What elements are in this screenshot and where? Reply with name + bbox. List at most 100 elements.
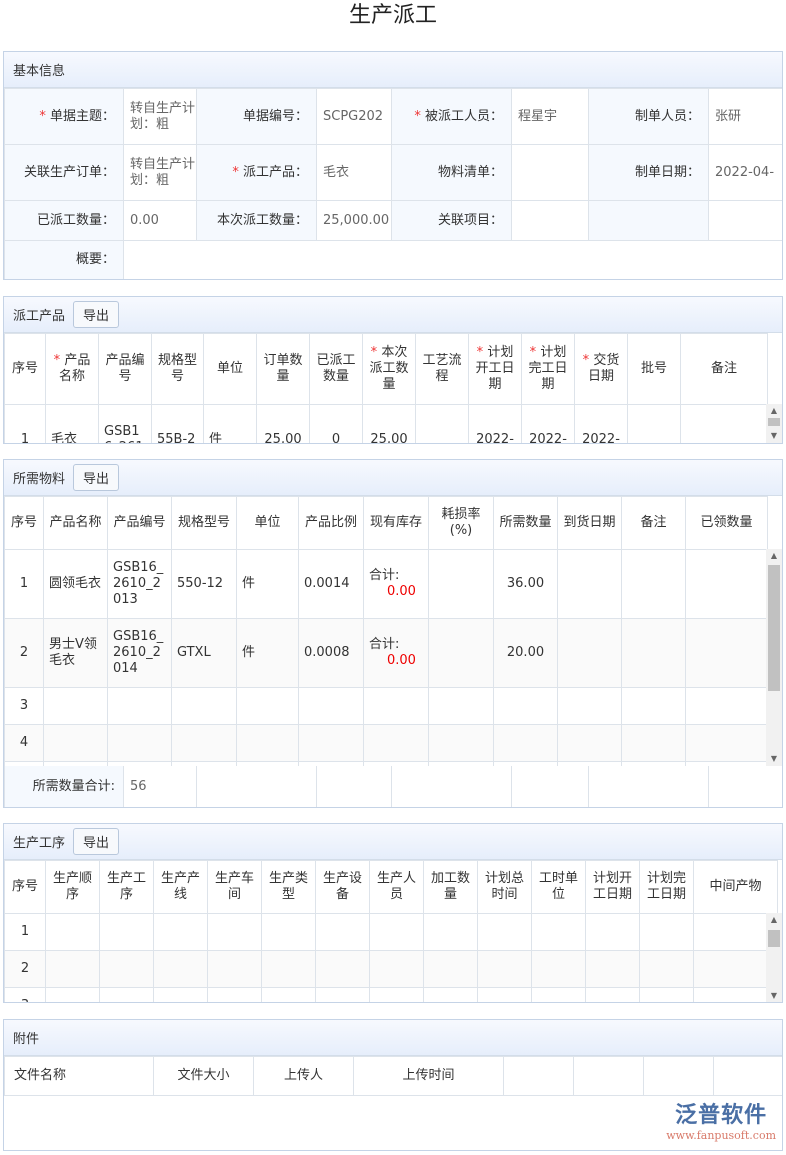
table-cell[interactable] — [693, 950, 778, 988]
table-cell[interactable] — [315, 987, 370, 1002]
field-value[interactable]: 程星宇 — [511, 88, 589, 145]
table-cell[interactable] — [153, 913, 208, 951]
summary-value[interactable] — [123, 240, 782, 279]
table-cell[interactable] — [585, 950, 640, 988]
table-cell[interactable]: 圆领毛衣 — [43, 549, 108, 619]
table-cell[interactable] — [428, 724, 494, 762]
table-cell[interactable] — [4, 761, 44, 766]
table-cell[interactable] — [621, 687, 686, 725]
table-cell[interactable] — [99, 913, 154, 951]
scrollbar[interactable]: ▲ ▼ — [766, 913, 782, 1002]
table-cell[interactable] — [423, 913, 478, 951]
table-cell[interactable] — [43, 761, 108, 766]
field-value[interactable]: SCPG202 — [316, 88, 392, 145]
table-cell[interactable] — [493, 761, 558, 766]
table-cell[interactable] — [369, 913, 424, 951]
table-cell[interactable] — [415, 404, 469, 443]
table-cell[interactable] — [298, 761, 364, 766]
table-cell[interactable]: 2022- — [574, 404, 628, 443]
table-cell[interactable] — [585, 913, 640, 951]
table-cell[interactable]: 3 — [4, 687, 44, 725]
table-cell[interactable] — [171, 687, 237, 725]
table-row[interactable]: 3 — [4, 987, 778, 1002]
table-cell[interactable] — [363, 761, 429, 766]
table-cell[interactable]: 0 — [309, 404, 363, 443]
table-cell[interactable]: GSB16_261 — [98, 404, 152, 443]
table-cell[interactable]: 件 — [203, 404, 257, 443]
table-cell[interactable] — [428, 687, 494, 725]
table-cell[interactable] — [493, 687, 558, 725]
table-cell[interactable] — [621, 549, 686, 619]
table-cell[interactable]: 合计:0.00 — [363, 618, 429, 688]
table-cell[interactable]: 3 — [4, 987, 46, 1002]
table-cell[interactable] — [428, 618, 494, 688]
table-cell[interactable] — [685, 618, 768, 688]
field-value[interactable] — [708, 200, 782, 241]
table-cell[interactable] — [315, 950, 370, 988]
table-row[interactable]: 4 — [4, 724, 768, 762]
table-cell[interactable] — [298, 724, 364, 762]
table-cell[interactable] — [639, 913, 694, 951]
table-cell[interactable]: 55B-2 — [151, 404, 204, 443]
table-row[interactable]: 1 — [4, 913, 778, 951]
table-cell[interactable] — [315, 913, 370, 951]
table-cell[interactable] — [557, 724, 622, 762]
export-button[interactable]: 导出 — [73, 301, 120, 328]
table-cell[interactable] — [557, 761, 622, 766]
table-cell[interactable] — [639, 987, 694, 1002]
table-cell[interactable]: 1 — [4, 404, 46, 443]
table-cell[interactable] — [369, 987, 424, 1002]
table-cell[interactable] — [639, 950, 694, 988]
table-cell[interactable]: 4 — [4, 724, 44, 762]
table-cell[interactable] — [685, 687, 768, 725]
table-cell[interactable] — [207, 913, 262, 951]
table-row[interactable]: 1毛衣GSB16_26155B-2件25,00025,002022-2022-2… — [4, 404, 768, 443]
table-cell[interactable]: 20.00 — [493, 618, 558, 688]
table-row[interactable]: 1 圆领毛衣 GSB16_2610_2013 550-12 件 0.0014 合计:0.00… — [4, 549, 768, 619]
table-cell[interactable] — [298, 687, 364, 725]
table-cell[interactable]: 25,00 — [362, 404, 416, 443]
export-button[interactable]: 导出 — [73, 828, 120, 855]
table-cell[interactable] — [107, 761, 172, 766]
table-cell[interactable] — [685, 761, 768, 766]
table-row[interactable] — [4, 761, 768, 766]
table-cell[interactable] — [261, 950, 316, 988]
table-cell[interactable]: 件 — [236, 549, 299, 619]
scrollbar[interactable]: ▲ ▼ — [766, 404, 782, 443]
table-cell[interactable] — [236, 687, 299, 725]
field-value[interactable] — [511, 200, 589, 241]
table-cell[interactable]: 男士V领毛衣 — [43, 618, 108, 688]
table-cell[interactable] — [207, 987, 262, 1002]
table-cell[interactable] — [171, 724, 237, 762]
table-cell[interactable]: 1 — [4, 913, 46, 951]
table-cell[interactable] — [45, 987, 100, 1002]
table-cell[interactable] — [557, 618, 622, 688]
table-cell[interactable] — [627, 404, 681, 443]
table-cell[interactable] — [693, 987, 778, 1002]
table-cell[interactable]: 0.0014 — [298, 549, 364, 619]
table-cell[interactable] — [423, 987, 478, 1002]
table-cell[interactable] — [423, 950, 478, 988]
table-cell[interactable] — [685, 549, 768, 619]
table-cell[interactable]: 0.0008 — [298, 618, 364, 688]
table-cell[interactable] — [207, 950, 262, 988]
table-cell[interactable]: 1 — [4, 549, 44, 619]
table-cell[interactable] — [585, 987, 640, 1002]
table-cell[interactable] — [99, 950, 154, 988]
table-cell[interactable] — [493, 724, 558, 762]
table-cell[interactable] — [45, 913, 100, 951]
table-cell[interactable] — [363, 687, 429, 725]
table-cell[interactable] — [236, 724, 299, 762]
table-cell[interactable] — [43, 687, 108, 725]
table-cell[interactable] — [369, 950, 424, 988]
table-cell[interactable]: 36.00 — [493, 549, 558, 619]
table-cell[interactable] — [477, 950, 532, 988]
field-value[interactable]: 张研 — [708, 88, 782, 145]
table-cell[interactable]: 2 — [4, 618, 44, 688]
table-row[interactable]: 2 男士V领毛衣 GSB16_2610_2014 GTXL 件 0.0008 合计:0.00… — [4, 618, 768, 688]
field-value[interactable]: 0.00 — [123, 200, 197, 241]
table-cell[interactable] — [680, 404, 768, 443]
table-cell[interactable]: 2022- — [521, 404, 575, 443]
table-row[interactable]: 3 — [4, 687, 768, 725]
table-cell[interactable] — [685, 724, 768, 762]
